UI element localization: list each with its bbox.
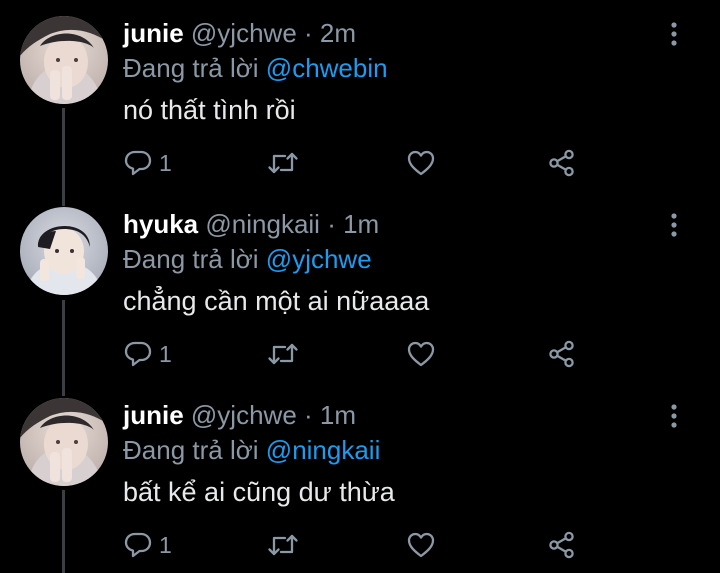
mention-link[interactable]: @yjchwe [266,244,372,274]
replying-to: Đang trả lời @chwebin [123,51,388,85]
share-button[interactable] [547,528,577,562]
heart-icon [406,530,436,560]
user-handle[interactable]: @yjchwe [191,18,297,48]
reply-button[interactable]: 1 [123,528,172,562]
tweet-actions: 1 [123,146,603,180]
replying-to-label: Đang trả lời [123,53,259,83]
share-icon [547,339,577,369]
reply-icon [123,530,153,560]
timestamp[interactable]: 2m [320,18,356,48]
tweet[interactable]: junie @yjchwe · 1m Đang trả lời @ningkai… [0,382,720,572]
tweet-text: nó thất tình rồi [123,95,296,125]
reply-icon [123,148,153,178]
separator-dot: · [327,209,336,239]
share-icon [547,530,577,560]
retweet-button[interactable] [266,146,300,180]
tweet-header: junie @yjchwe · 2m [123,17,356,49]
more-vertical-icon[interactable] [664,400,684,432]
tweet-actions: 1 [123,528,603,562]
replying-to-label: Đang trả lời [123,244,259,274]
avatar[interactable] [20,207,108,295]
reply-button[interactable]: 1 [123,337,172,371]
retweet-button[interactable] [266,528,300,562]
user-handle[interactable]: @yjchwe [191,400,297,430]
tweet-header: hyuka @ningkaii · 1m [123,208,379,240]
retweet-icon [266,530,300,560]
replying-to: Đang trả lời @yjchwe [123,242,372,276]
tweet[interactable]: junie @yjchwe · 2m Đang trả lời @chwebin… [0,0,720,190]
share-icon [547,148,577,178]
timestamp[interactable]: 1m [343,209,379,239]
heart-icon [406,148,436,178]
tweet-header: junie @yjchwe · 1m [123,399,356,431]
timestamp[interactable]: 1m [320,400,356,430]
replying-to-label: Đang trả lời [123,435,259,465]
tweet-actions: 1 [123,337,603,371]
avatar[interactable] [20,16,108,104]
tweet[interactable]: hyuka @ningkaii · 1m Đang trả lời @yjchw… [0,191,720,381]
more-vertical-icon[interactable] [664,209,684,241]
mention-link[interactable]: @chwebin [266,53,388,83]
heart-icon [406,339,436,369]
like-button[interactable] [406,146,436,180]
share-button[interactable] [547,146,577,180]
reply-count: 1 [159,341,172,367]
avatar[interactable] [20,398,108,486]
reply-icon [123,339,153,369]
display-name[interactable]: hyuka [123,209,198,239]
share-button[interactable] [547,337,577,371]
reply-thread: junie @yjchwe · 2m Đang trả lời @chwebin… [0,0,720,573]
retweet-icon [266,339,300,369]
like-button[interactable] [406,337,436,371]
tweet-text: chẳng cần một ai nữaaaa [123,286,430,316]
display-name[interactable]: junie [123,400,184,430]
reply-count: 1 [159,532,172,558]
more-vertical-icon[interactable] [664,18,684,50]
separator-dot: · [304,400,313,430]
tweet-text: bất kể ai cũng dư thừa [123,477,395,507]
mention-link[interactable]: @ningkaii [266,435,381,465]
like-button[interactable] [406,528,436,562]
separator-dot: · [304,18,313,48]
retweet-button[interactable] [266,337,300,371]
user-handle[interactable]: @ningkaii [205,209,320,239]
display-name[interactable]: junie [123,18,184,48]
reply-button[interactable]: 1 [123,146,172,180]
reply-count: 1 [159,150,172,176]
replying-to: Đang trả lời @ningkaii [123,433,380,467]
retweet-icon [266,148,300,178]
